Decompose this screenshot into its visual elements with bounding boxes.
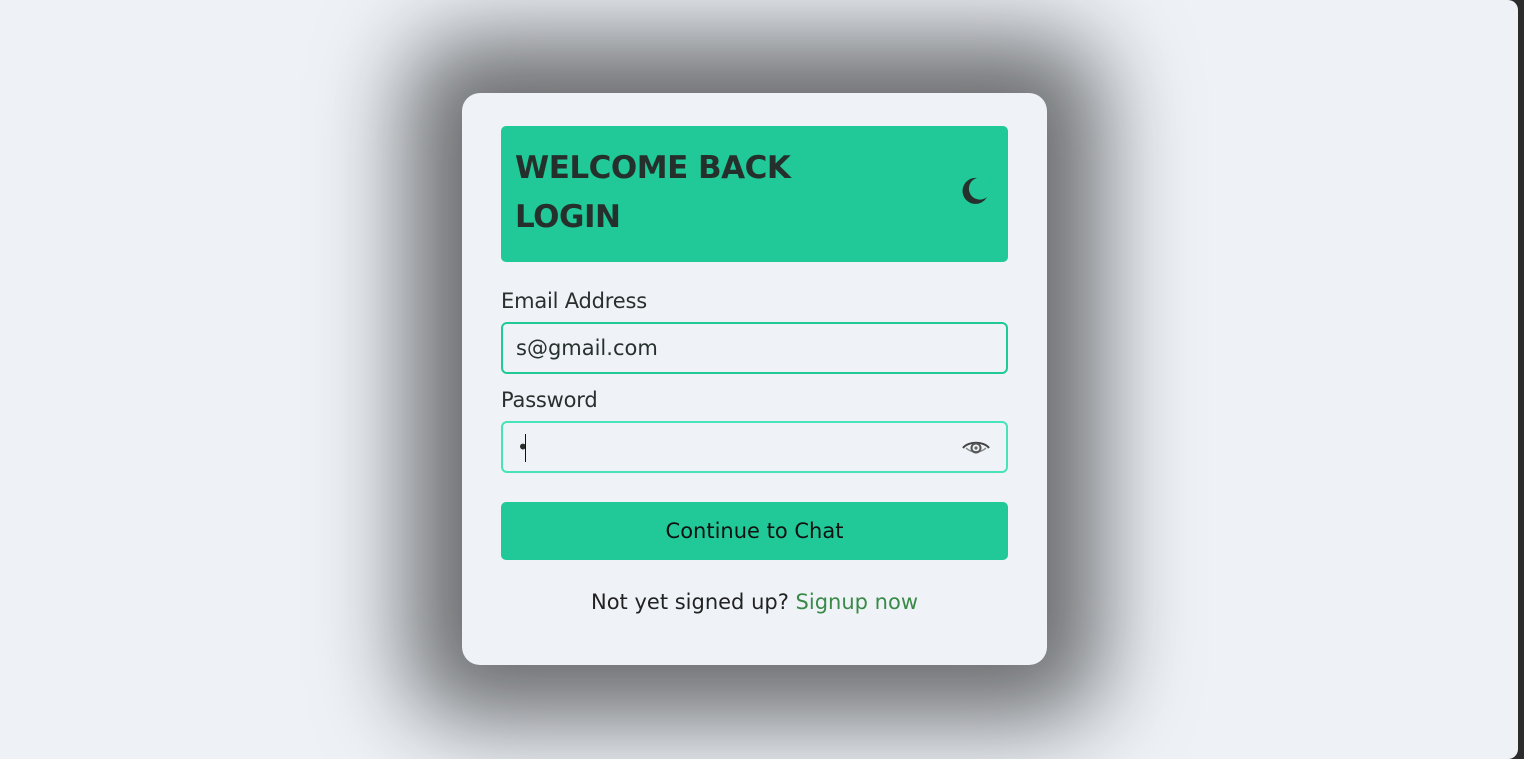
- login-header: WELCOME BACK LOGIN: [501, 126, 1008, 262]
- signup-link[interactable]: Signup now: [796, 590, 918, 614]
- title-line-welcome-back: WELCOME BACK: [515, 150, 791, 186]
- email-label: Email Address: [501, 289, 647, 313]
- moon-icon[interactable]: [957, 174, 991, 208]
- login-card: WELCOME BACK LOGIN Email Address Passwor…: [462, 93, 1047, 665]
- signup-prompt-text: Not yet signed up?: [591, 590, 789, 614]
- email-field[interactable]: [501, 322, 1008, 374]
- password-field[interactable]: •: [501, 421, 1008, 473]
- title-line-login: LOGIN: [515, 199, 621, 235]
- text-cursor: [525, 434, 526, 462]
- eye-icon[interactable]: [961, 437, 991, 459]
- signup-prompt: Not yet signed up? Signup now: [462, 590, 1047, 614]
- page-title: WELCOME BACK LOGIN: [515, 144, 791, 242]
- page-background: WELCOME BACK LOGIN Email Address Passwor…: [0, 0, 1518, 759]
- password-label: Password: [501, 388, 598, 412]
- continue-to-chat-button[interactable]: Continue to Chat: [501, 502, 1008, 560]
- password-masked-value: •: [517, 435, 529, 459]
